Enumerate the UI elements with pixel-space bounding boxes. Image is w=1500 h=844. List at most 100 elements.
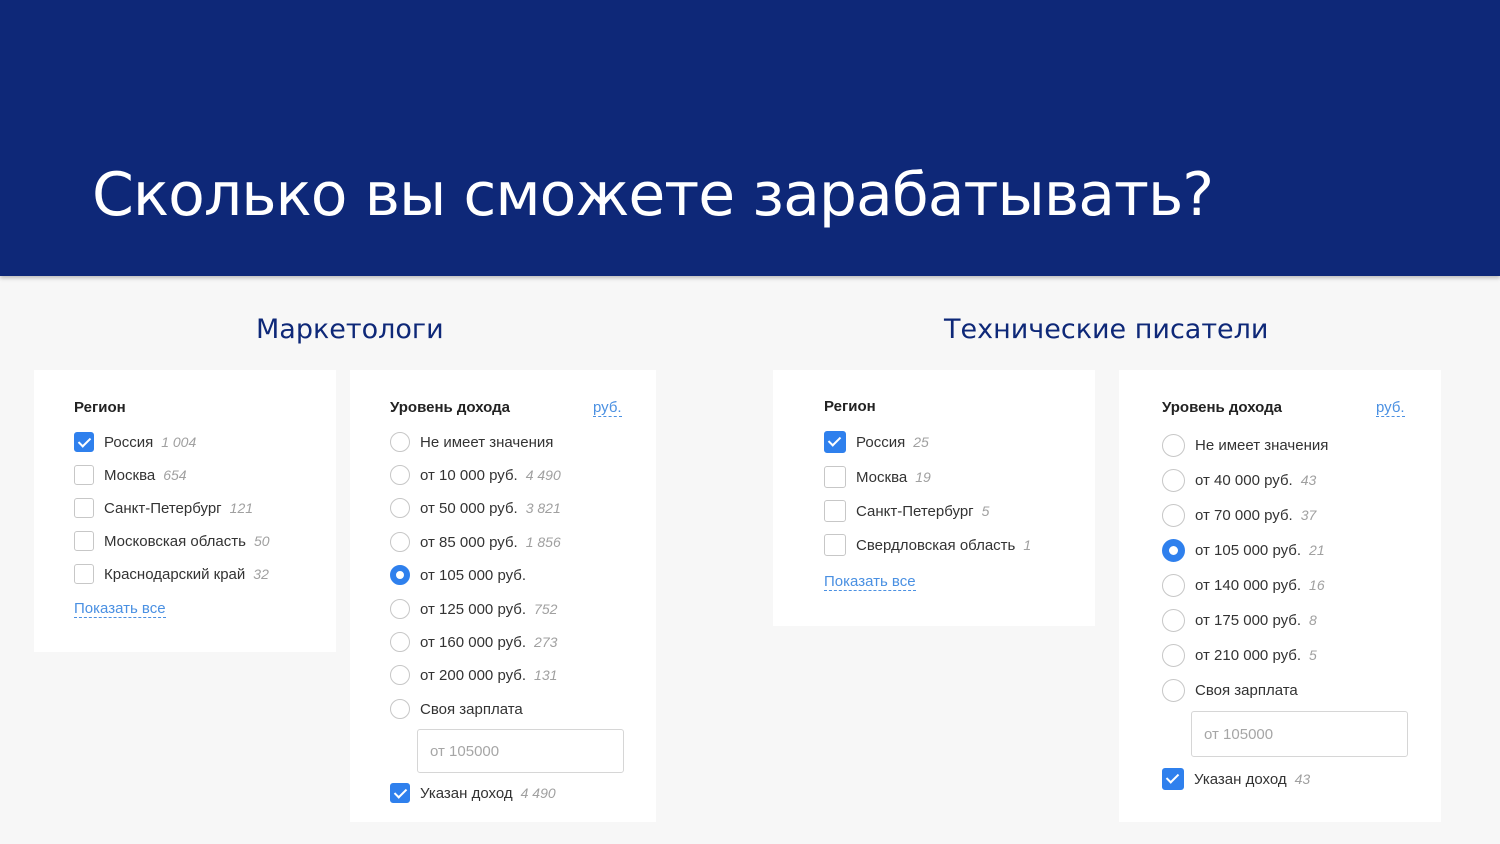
radio-selected-icon[interactable] [1162, 538, 1185, 562]
region-label: Санкт-Петербург [856, 502, 974, 520]
radio-icon[interactable] [390, 599, 410, 619]
region-label: Санкт-Петербург [104, 499, 222, 517]
income-option-custom[interactable]: Своя зарплата [1162, 678, 1298, 702]
region-label: Свердловская область [856, 536, 1016, 554]
income-count: 5 [1309, 647, 1317, 663]
income-indicated-option[interactable]: Указан доход 43 [1162, 767, 1310, 791]
checkbox-icon[interactable] [824, 500, 846, 522]
radio-icon[interactable] [390, 498, 410, 518]
income-option[interactable]: от 210 000 руб. 5 [1162, 643, 1317, 667]
salary-input[interactable] [1191, 711, 1408, 757]
region-option[interactable]: Московская область 50 [74, 529, 270, 553]
region-option[interactable]: Санкт-Петербург 121 [74, 496, 253, 520]
income-option[interactable]: от 40 000 руб. 43 [1162, 468, 1316, 492]
region-count: 19 [915, 469, 931, 485]
income-option[interactable]: от 175 000 руб. 8 [1162, 608, 1317, 632]
salary-input[interactable] [417, 729, 624, 773]
income-label: от 10 000 руб. [420, 466, 518, 484]
checkbox-checked-icon[interactable] [390, 783, 410, 803]
income-count: 752 [534, 601, 558, 617]
income-count: 1 856 [525, 534, 561, 550]
region-option[interactable]: Россия 25 [824, 430, 929, 454]
radio-icon[interactable] [1162, 608, 1185, 632]
income-label: от 105 000 руб. [420, 566, 527, 584]
income-label: от 210 000 руб. [1195, 646, 1302, 664]
radio-icon[interactable] [1162, 503, 1185, 527]
income-label: от 50 000 руб. [420, 499, 518, 517]
income-option[interactable]: от 160 000 руб. 273 [390, 630, 557, 654]
checkbox-icon[interactable] [74, 531, 94, 551]
checkbox-icon[interactable] [74, 564, 94, 584]
currency-link[interactable]: руб. [1376, 399, 1405, 417]
income-option[interactable]: от 85 000 руб. 1 856 [390, 530, 561, 554]
radio-icon[interactable] [1162, 433, 1185, 457]
income-label: от 175 000 руб. [1195, 611, 1302, 629]
income-label: от 85 000 руб. [420, 533, 518, 551]
region-count: 1 004 [161, 434, 197, 450]
slide-header: Сколько вы сможете зарабатывать? [0, 0, 1500, 276]
income-label: от 200 000 руб. [420, 666, 527, 684]
column-title-marketers: Маркетологи [256, 314, 444, 345]
income-option-custom[interactable]: Своя зарплата [390, 697, 523, 721]
income-label: Своя зарплата [1195, 681, 1298, 699]
income-label: от 70 000 руб. [1195, 506, 1293, 524]
checkbox-icon[interactable] [824, 534, 846, 556]
radio-icon[interactable] [390, 432, 410, 452]
region-option[interactable]: Свердловская область 1 [824, 533, 1031, 557]
region-count: 1 [1023, 537, 1032, 553]
checkbox-checked-icon[interactable] [824, 431, 846, 453]
income-option-selected[interactable]: от 105 000 руб. [390, 563, 526, 587]
checkbox-checked-icon[interactable] [74, 432, 94, 452]
region-count: 5 [981, 503, 990, 519]
region-count: 50 [253, 533, 270, 549]
region-option[interactable]: Москва 654 [74, 463, 187, 487]
region-count: 654 [163, 467, 187, 483]
radio-icon[interactable] [1162, 678, 1185, 702]
income-option[interactable]: Не имеет значения [1162, 433, 1328, 457]
income-option[interactable]: от 140 000 руб. 16 [1162, 573, 1325, 597]
indicated-label: Указан доход [1194, 770, 1287, 788]
income-heading: Уровень дохода [390, 399, 511, 416]
income-count: 43 [1300, 472, 1317, 488]
income-filter-panel: Уровень дохода руб. Не имеет значения от… [350, 370, 656, 822]
checkbox-icon[interactable] [824, 466, 846, 488]
radio-icon[interactable] [390, 699, 410, 719]
region-option[interactable]: Россия 1 004 [74, 430, 196, 454]
region-label: Московская область [104, 532, 246, 550]
radio-icon[interactable] [1162, 573, 1185, 597]
indicated-count: 4 490 [520, 785, 556, 801]
radio-icon[interactable] [390, 632, 410, 652]
income-count: 16 [1309, 577, 1325, 593]
income-heading: Уровень дохода [1162, 399, 1283, 416]
income-option[interactable]: Не имеет значения [390, 430, 553, 454]
income-count: 8 [1309, 612, 1317, 628]
checkbox-checked-icon[interactable] [1162, 768, 1184, 790]
income-option-selected[interactable]: от 105 000 руб. 21 [1162, 538, 1325, 562]
income-option[interactable]: от 200 000 руб. 131 [390, 663, 557, 687]
radio-icon[interactable] [1162, 468, 1185, 492]
income-option[interactable]: от 50 000 руб. 3 821 [390, 496, 561, 520]
radio-icon[interactable] [1162, 643, 1185, 667]
income-label: от 40 000 руб. [1195, 471, 1293, 489]
checkbox-icon[interactable] [74, 498, 94, 518]
radio-icon[interactable] [390, 665, 410, 685]
currency-link[interactable]: руб. [593, 399, 622, 417]
radio-selected-icon[interactable] [390, 565, 410, 585]
show-all-link[interactable]: Показать все [824, 573, 916, 591]
income-option[interactable]: от 125 000 руб. 752 [390, 597, 557, 621]
income-filter-panel: Уровень дохода руб. Не имеет значения от… [1119, 370, 1441, 822]
radio-icon[interactable] [390, 532, 410, 552]
income-option[interactable]: от 10 000 руб. 4 490 [390, 463, 561, 487]
income-count: 21 [1309, 542, 1325, 558]
show-all-link[interactable]: Показать все [74, 600, 166, 618]
income-option[interactable]: от 70 000 руб. 37 [1162, 503, 1316, 527]
checkbox-icon[interactable] [74, 465, 94, 485]
region-count: 32 [253, 566, 269, 582]
income-indicated-option[interactable]: Указан доход 4 490 [390, 781, 556, 805]
region-label: Москва [104, 466, 156, 484]
region-option[interactable]: Санкт-Петербург 5 [824, 499, 989, 523]
radio-icon[interactable] [390, 465, 410, 485]
region-option[interactable]: Москва 19 [824, 465, 931, 489]
region-option[interactable]: Краснодарский край 32 [74, 562, 269, 586]
slide-title: Сколько вы сможете зарабатывать? [92, 160, 1214, 230]
